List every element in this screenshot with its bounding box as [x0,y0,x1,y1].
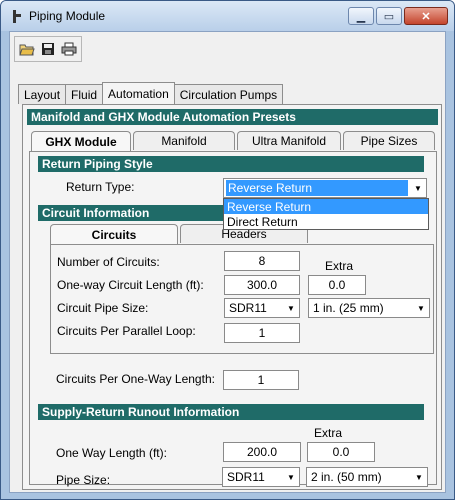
close-icon: ✕ [421,10,431,23]
runout-length-label: One Way Length (ft): [56,446,167,460]
tab-ghx-module[interactable]: GHX Module [31,131,131,151]
num-circuits-label: Number of Circuits: [57,255,160,269]
option-direct-return[interactable]: Direct Return [224,214,428,229]
extra-label: Extra [325,259,354,273]
chevron-down-icon[interactable]: ▼ [283,299,299,317]
runout-pipe-size-label: Pipe Size: [56,473,111,487]
panel-title: Manifold and GHX Module Automation Prese… [27,109,438,125]
close-button[interactable]: ✕ [404,7,448,25]
ghx-module-page: Return Piping Style Return Type: Reverse… [29,151,437,487]
automation-panel: Manifold and GHX Module Automation Prese… [22,104,442,490]
tab-automation[interactable]: Automation [102,82,175,104]
per-parallel-loop-input[interactable]: 1 [224,323,300,343]
minimize-button[interactable]: ▁ [348,7,374,25]
chevron-down-icon[interactable]: ▼ [413,299,429,317]
circuit-length-label: One-way Circuit Length (ft): [57,278,204,292]
runout-header: Supply-Return Runout Information [38,404,424,420]
maximize-button[interactable]: ▭ [376,7,402,25]
tab-manifold[interactable]: Manifold [133,131,235,150]
num-circuits-input[interactable]: 8 [224,251,300,271]
circuit-pipe-size-value: 1 in. (25 mm) [313,301,384,315]
circuit-length-extra-input[interactable]: 0.0 [308,275,366,295]
circuit-pipe-size-select[interactable]: 1 in. (25 mm) ▼ [308,298,430,318]
minimize-icon: ▁ [356,10,366,23]
tab-fluid[interactable]: Fluid [65,84,104,104]
runout-length-input[interactable]: 200.0 [223,442,301,462]
circuits-page: Number of Circuits: 8 Extra One-way Circ… [50,244,434,354]
save-icon[interactable] [38,39,58,59]
return-type-label: Return Type: [66,180,135,194]
chevron-down-icon[interactable]: ▼ [410,179,426,197]
per-parallel-loop-label: Circuits Per Parallel Loop: [57,324,196,338]
runout-pipe-sdr-value: SDR11 [227,470,265,484]
runout-length-extra-input[interactable]: 0.0 [307,442,375,462]
return-type-dropdown-list: Reverse Return Direct Return [223,198,429,230]
main-tabs: Layout Fluid Automation Circulation Pump… [18,82,284,104]
print-icon[interactable] [59,39,79,59]
runout-pipe-size-value: 2 in. (50 mm) [311,470,382,484]
chevron-down-icon[interactable]: ▼ [411,468,427,486]
runout-extra-label: Extra [314,426,343,440]
circuit-pipe-size-label: Circuit Pipe Size: [57,301,149,315]
client-area: Layout Fluid Automation Circulation Pump… [9,31,446,493]
tab-ultra-manifold[interactable]: Ultra Manifold [237,131,341,150]
sub-tabs: GHX Module Manifold Ultra Manifold Pipe … [31,131,437,151]
return-type-select[interactable]: Reverse Return ▼ [223,178,427,198]
per-oneway-length-label: Circuits Per One-Way Length: [56,372,215,386]
piping-module-icon [11,9,23,23]
circuit-length-input[interactable]: 300.0 [224,275,300,295]
runout-pipe-size-select[interactable]: 2 in. (50 mm) ▼ [306,467,428,487]
tab-layout[interactable]: Layout [18,84,67,104]
piping-module-window: Piping Module ▁ ▭ ✕ Layout Fluid Automat… [0,0,455,500]
return-piping-header: Return Piping Style [38,156,424,172]
toolbar [14,36,82,62]
option-reverse-return[interactable]: Reverse Return [224,199,428,214]
circuit-pipe-sdr-value: SDR11 [229,301,267,315]
runout-pipe-sdr-select[interactable]: SDR11 ▼ [222,467,300,487]
tab-circulation-pumps[interactable]: Circulation Pumps [173,84,284,104]
maximize-icon: ▭ [383,10,395,23]
tab-pipe-sizes[interactable]: Pipe Sizes [343,131,435,150]
per-oneway-length-input[interactable]: 1 [223,370,299,390]
title-bar[interactable]: Piping Module ▁ ▭ ✕ [1,1,454,31]
circuit-pipe-sdr-select[interactable]: SDR11 ▼ [224,298,300,318]
open-folder-icon[interactable] [17,39,37,59]
chevron-down-icon[interactable]: ▼ [283,468,299,486]
return-type-value: Reverse Return [226,180,408,196]
tab-circuits[interactable]: Circuits [50,224,178,244]
window-title: Piping Module [29,9,106,23]
